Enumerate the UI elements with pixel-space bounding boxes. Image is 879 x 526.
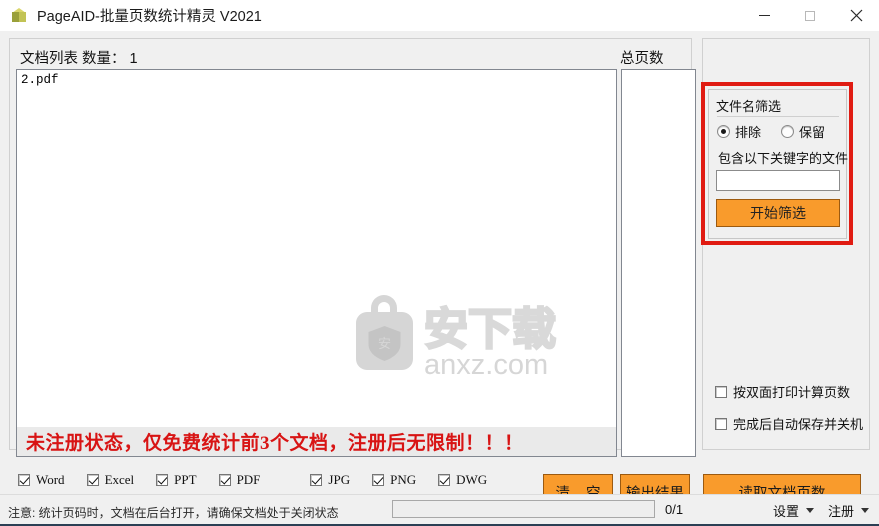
checkbox-format-ppt[interactable]: PPT bbox=[156, 472, 197, 488]
format-excel-label: Excel bbox=[104, 472, 135, 487]
format-dwg-label: DWG bbox=[456, 472, 488, 487]
status-note: 注意: 统计页码时，文档在后台打开，请确保文档处于关闭状态 bbox=[8, 506, 339, 520]
watermark: 安 安下载 anxz.com bbox=[342, 288, 572, 393]
unregistered-warning: 未注册状态，仅免费统计前3个文档，注册后无限制！！！ bbox=[17, 427, 616, 456]
chevron-down-icon bbox=[805, 508, 814, 513]
checkbox-duplex-page-count[interactable]: 按双面打印计算页数 bbox=[715, 382, 850, 401]
close-icon[interactable] bbox=[833, 0, 879, 31]
chevron-down-icon bbox=[861, 508, 869, 513]
checkbox-icon bbox=[86, 474, 99, 486]
format-filter-row: Word Excel PPT PDF JPG PNG DWG bbox=[18, 472, 487, 488]
window-title: PageAID-批量页数统计精灵 V2021 bbox=[37, 9, 262, 25]
checkbox-icon bbox=[156, 474, 169, 486]
checkbox-format-word[interactable]: Word bbox=[18, 472, 65, 488]
checkbox-icon bbox=[18, 474, 30, 486]
checkbox-duplex-label: 按双面打印计算页数 bbox=[733, 385, 851, 400]
status-menu: 设置 注册 bbox=[773, 501, 869, 520]
checkbox-icon bbox=[715, 385, 727, 398]
list-item[interactable]: 2.pdf bbox=[17, 70, 616, 88]
checkbox-format-dwg[interactable]: DWG bbox=[438, 472, 487, 488]
filter-highlight-box bbox=[701, 82, 853, 245]
format-word-label: Word bbox=[36, 472, 65, 487]
checkbox-icon bbox=[310, 474, 323, 486]
format-ppt-label: PPT bbox=[174, 472, 197, 487]
checkbox-format-excel[interactable]: Excel bbox=[86, 472, 135, 488]
page-count-list[interactable] bbox=[621, 69, 696, 457]
checkbox-icon bbox=[438, 474, 451, 486]
unregistered-warning-text: 未注册状态，仅免费统计前3个文档，注册后无限制！！！ bbox=[26, 433, 524, 454]
progress-count: 0/1 bbox=[665, 502, 684, 517]
register-menu[interactable]: 注册 bbox=[828, 501, 869, 520]
format-png-label: PNG bbox=[390, 472, 417, 487]
checkbox-icon bbox=[218, 474, 231, 486]
format-jpg-label: JPG bbox=[328, 472, 351, 487]
document-list-header: 文档列表 数量： 1 bbox=[20, 51, 138, 67]
window-controls bbox=[741, 0, 879, 31]
application-window: PageAID-批量页数统计精灵 V2021 文档列表 数量： 1 总页数 2.… bbox=[0, 0, 879, 526]
checkbox-format-jpg[interactable]: JPG bbox=[310, 472, 350, 488]
cube-icon bbox=[11, 7, 28, 24]
page-count-header: 总页数 bbox=[620, 51, 664, 67]
maximize-button[interactable] bbox=[787, 0, 833, 31]
progress-bar bbox=[392, 500, 655, 518]
settings-label: 设置 bbox=[772, 504, 799, 519]
document-list[interactable]: 2.pdf 安 安下载 anxz.com bbox=[16, 69, 617, 457]
checkbox-icon bbox=[715, 417, 727, 430]
title-bar: PageAID-批量页数统计精灵 V2021 bbox=[0, 0, 879, 32]
watermark-title: 安下载 bbox=[424, 305, 556, 354]
watermark-domain: anxz.com bbox=[424, 349, 548, 381]
checkbox-format-pdf[interactable]: PDF bbox=[218, 472, 261, 488]
checkbox-format-png[interactable]: PNG bbox=[372, 472, 416, 488]
main-content: 文档列表 数量： 1 总页数 2.pdf 安 安下载 anxz.com 未注册状… bbox=[0, 31, 879, 515]
svg-text:安: 安 bbox=[378, 336, 391, 351]
checkbox-autosave-shutdown[interactable]: 完成后自动保存并关机 bbox=[715, 414, 863, 433]
format-pdf-label: PDF bbox=[236, 472, 261, 487]
register-label: 注册 bbox=[827, 504, 854, 519]
settings-menu[interactable]: 设置 bbox=[773, 501, 814, 520]
checkbox-autosave-label: 完成后自动保存并关机 bbox=[733, 417, 864, 432]
checkbox-icon bbox=[372, 474, 385, 486]
minimize-button[interactable] bbox=[741, 0, 787, 31]
